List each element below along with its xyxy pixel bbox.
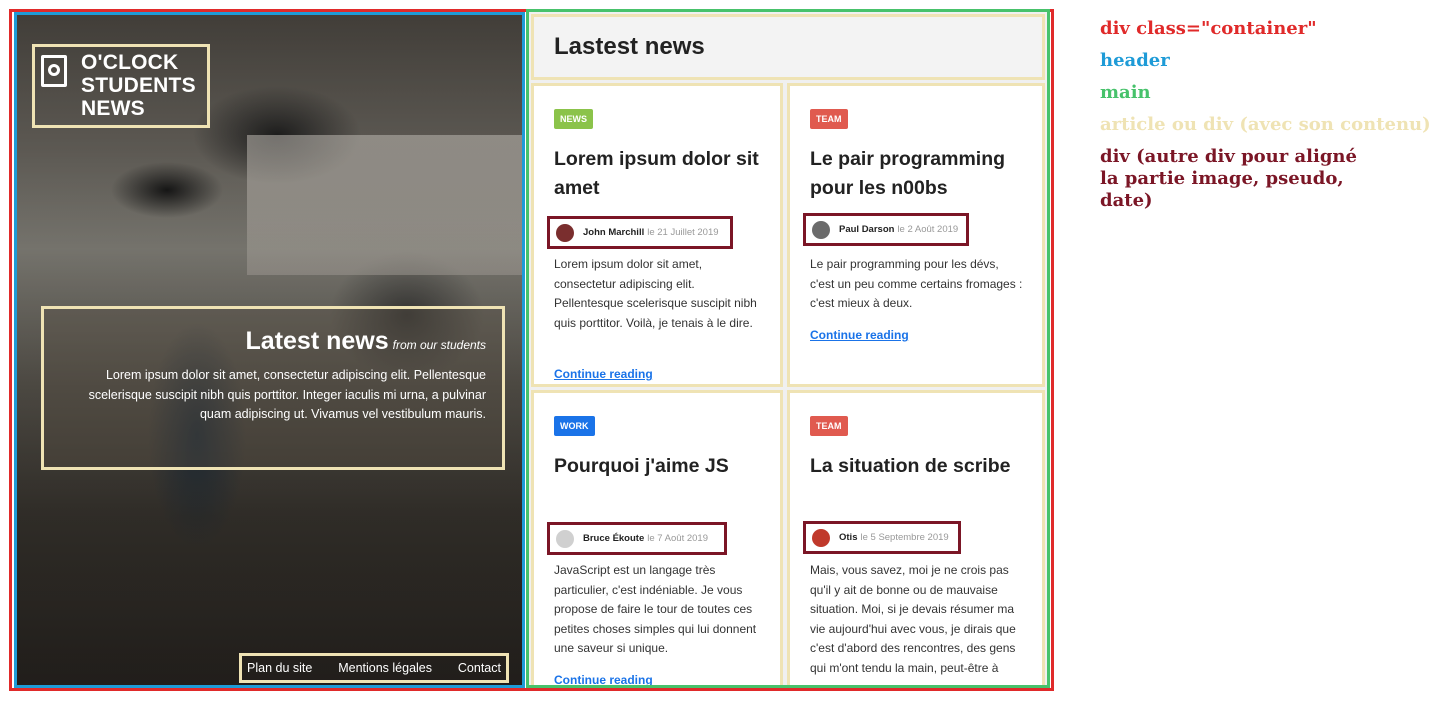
article-title[interactable]: Le pair programming pour les n00bs xyxy=(810,145,1022,203)
footer-link-contact[interactable]: Contact xyxy=(458,661,501,675)
continue-reading-link[interactable]: Continue reading xyxy=(554,673,653,685)
header: O'CLOCK STUDENTS NEWS Latest news from ou… xyxy=(14,12,525,688)
legend-header: header xyxy=(1100,50,1170,71)
author-name[interactable]: John Marchill xyxy=(583,227,644,238)
legend-article: article ou div (avec son contenu) xyxy=(1100,114,1431,135)
author-name[interactable]: Bruce Ékoute xyxy=(583,533,644,544)
post-date: le 2 Août 2019 xyxy=(897,224,959,235)
legend-main: main xyxy=(1100,82,1151,103)
continue-reading-link[interactable]: Continue reading xyxy=(810,328,909,342)
tag-badge[interactable]: WORK xyxy=(554,416,595,436)
logo[interactable]: O'CLOCK STUDENTS NEWS xyxy=(32,44,210,128)
avatar xyxy=(556,529,574,548)
footer-link-legal[interactable]: Mentions légales xyxy=(338,661,432,675)
article-card: TEAM Le pair programming pour les n00bs … xyxy=(787,83,1045,387)
article-card: TEAM La situation de scribe Otis le 5 Se… xyxy=(787,390,1045,685)
author-meta: Otis le 5 Septembre 2019 xyxy=(803,521,961,554)
article-title[interactable]: Lorem ipsum dolor sit amet xyxy=(554,145,760,203)
post-date: le 5 Septembre 2019 xyxy=(860,532,949,543)
article-card: NEWS Lorem ipsum dolor sit amet John Mar… xyxy=(531,83,783,387)
tag-badge[interactable]: NEWS xyxy=(554,109,593,129)
footer-link-sitemap[interactable]: Plan du site xyxy=(247,661,312,675)
avatar xyxy=(812,528,830,547)
hero-title: Latest news xyxy=(245,327,389,355)
hero-subtitle: from our students xyxy=(392,338,486,352)
author-meta: John Marchill le 21 Juillet 2019 xyxy=(547,216,733,249)
article-excerpt: Lorem ipsum dolor sit amet, consectetur … xyxy=(554,257,757,330)
article-title[interactable]: Pourquoi j'aime JS xyxy=(554,452,760,481)
article-title[interactable]: La situation de scribe xyxy=(810,452,1022,481)
author-meta: Paul Darson le 2 Août 2019 xyxy=(803,213,969,246)
author-name[interactable]: Paul Darson xyxy=(839,224,894,235)
camera-logo-icon xyxy=(41,55,71,91)
article-excerpt: Mais, vous savez, moi je ne crois pas qu… xyxy=(810,563,1016,675)
legend-inner-div: div (autre div pour aligné la partie ima… xyxy=(1100,146,1357,211)
legend-container: div class="container" xyxy=(1100,18,1317,39)
main: Lastest news NEWS Lorem ipsum dolor sit … xyxy=(526,9,1050,688)
avatar xyxy=(812,220,830,239)
author-meta: Bruce Ékoute le 7 Août 2019 xyxy=(547,522,727,555)
post-date: le 7 Août 2019 xyxy=(647,533,708,544)
tag-badge[interactable]: TEAM xyxy=(810,109,848,129)
author-name[interactable]: Otis xyxy=(839,532,857,543)
annotation-legend: div class="container" header main articl… xyxy=(1100,18,1431,222)
post-date: le 21 Juillet 2019 xyxy=(647,227,719,238)
article-card: WORK Pourquoi j'aime JS Bruce Ékoute le … xyxy=(531,390,783,685)
main-title-bar: Lastest news xyxy=(531,14,1045,80)
logo-text: O'CLOCK STUDENTS NEWS xyxy=(81,51,196,120)
tag-badge[interactable]: TEAM xyxy=(810,416,848,436)
article-excerpt: JavaScript est un langage très particuli… xyxy=(554,563,757,655)
hero-text: Lorem ipsum dolor sit amet, consectetur … xyxy=(88,368,486,421)
continue-reading-link[interactable]: Continue reading xyxy=(554,367,653,381)
article-excerpt: Le pair programming pour les dévs, c'est… xyxy=(810,257,1023,310)
footer-nav: Plan du site Mentions légales Contact xyxy=(239,653,509,683)
page-title: Lastest news xyxy=(554,33,705,60)
avatar xyxy=(556,223,574,242)
hero-intro: Latest news from our students Lorem ipsum… xyxy=(41,306,505,470)
